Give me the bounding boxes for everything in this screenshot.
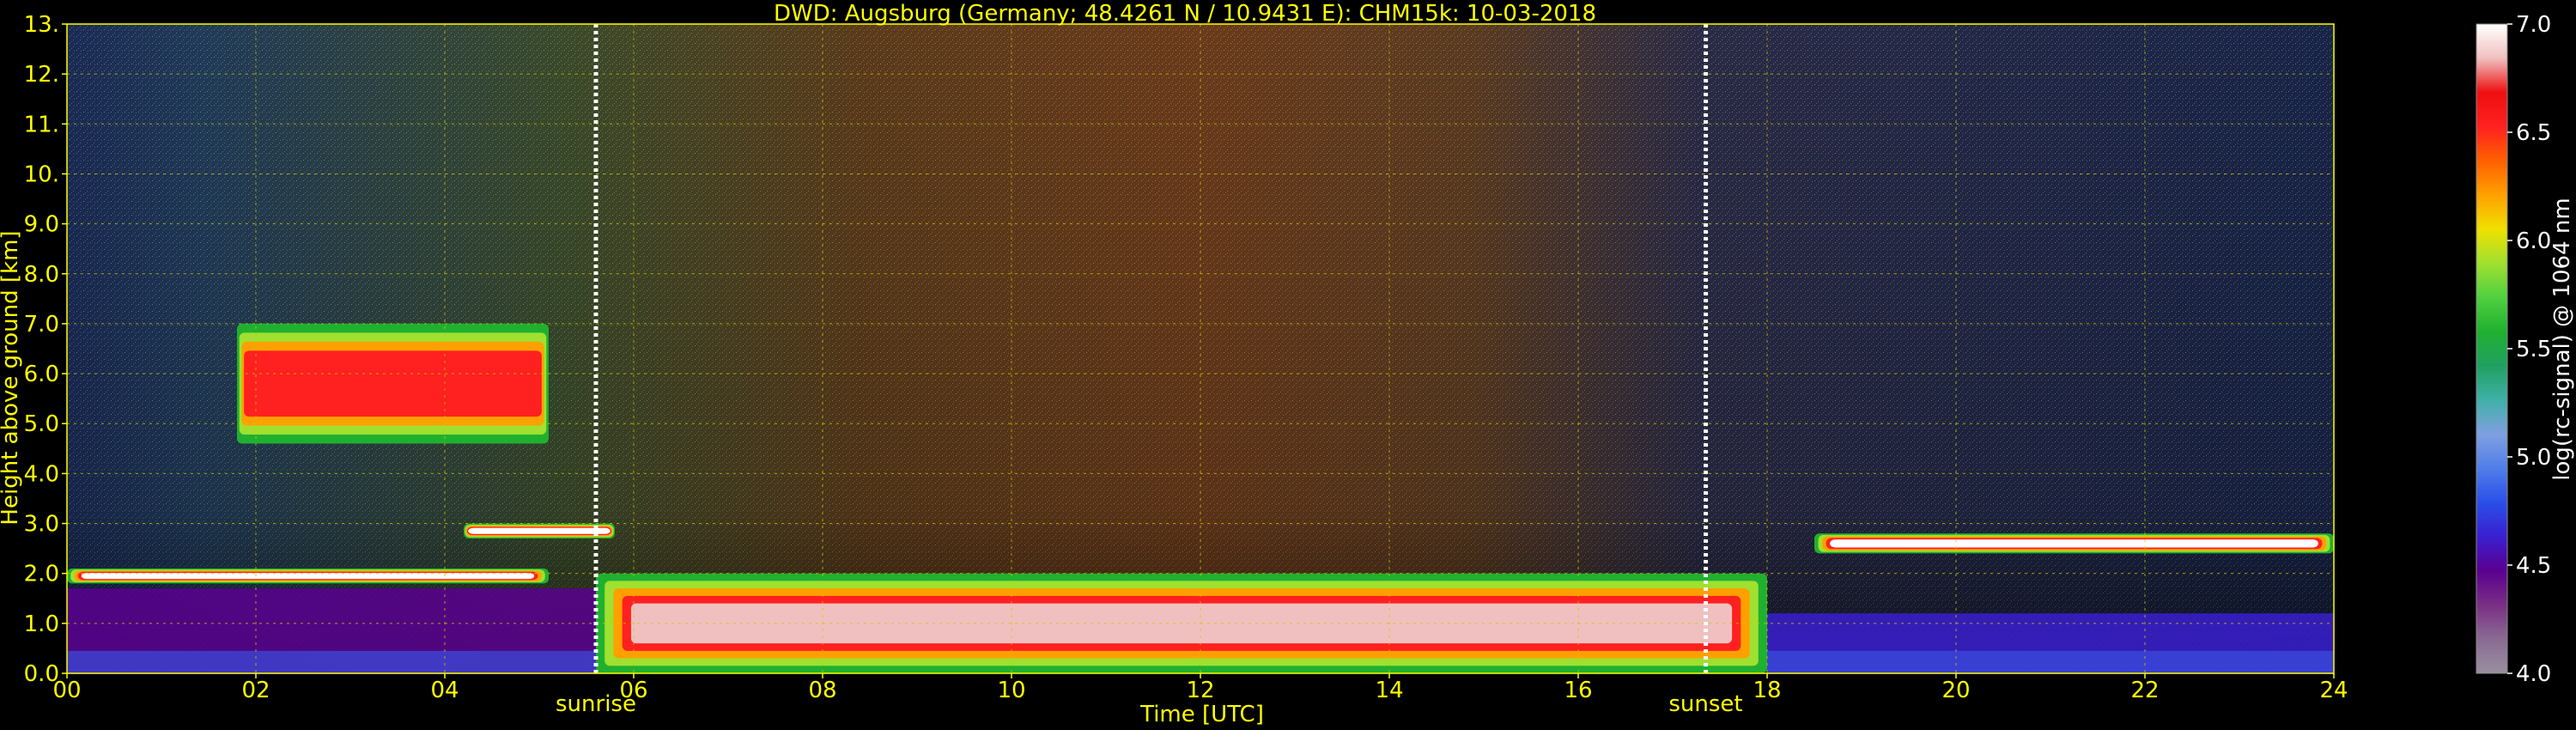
colorbar-tick-label: 6.0 bbox=[2516, 228, 2551, 254]
y-axis-ticks: 0.0 1.0 2.0 3.0 4.0 5.0 6.0 7.0 8.0 9.0 10. 11. 12. 1… bbox=[24, 12, 67, 687]
x-tick-label: 14 bbox=[1375, 678, 1403, 703]
cloud-layer-4 bbox=[1814, 533, 2334, 554]
cloud-layer-2 bbox=[464, 523, 615, 538]
y-tick-label: 5.0 bbox=[24, 411, 59, 437]
x-tick-label: 08 bbox=[808, 678, 836, 703]
y-tick-label: 9.0 bbox=[24, 212, 59, 238]
y-tick-label: 13. bbox=[24, 12, 59, 38]
boundary-layer-base-1 bbox=[1767, 650, 2334, 673]
ceilometer-chart: 00 02 04 06 08 10 12 14 16 18 20 22 24 0.01.02.03.04… bbox=[0, 1, 2575, 727]
y-tick-label: 0.0 bbox=[24, 661, 59, 687]
y-tick-label: 6.0 bbox=[24, 362, 59, 387]
y-tick-label: 10. bbox=[24, 161, 59, 187]
colorbar-ticks: 4.0 4.5 5.0 5.5 6.0 6.5 7.0 bbox=[2507, 12, 2551, 687]
x-tick-label: 16 bbox=[1564, 678, 1592, 703]
cloud-layer-1-band-4 bbox=[246, 359, 540, 408]
cloud-layer-0 bbox=[67, 568, 549, 584]
boundary-layer-base-0 bbox=[67, 650, 596, 673]
cloud-layer-1 bbox=[237, 323, 549, 444]
colorbar-label: log(rc-signal) @ 1064 nm bbox=[2549, 198, 2575, 480]
x-tick-label: 02 bbox=[241, 678, 270, 703]
x-tick-label: 04 bbox=[430, 678, 459, 703]
colorbar-tick-label: 7.0 bbox=[2516, 12, 2551, 38]
x-tick-label: 12 bbox=[1186, 678, 1214, 703]
x-axis-ticks: 00 02 04 06 08 10 12 14 16 18 20 22 24 bbox=[52, 673, 2348, 703]
cloud-layer-2-band-4 bbox=[468, 527, 611, 534]
cloud-layer-4-band-4 bbox=[1830, 539, 2318, 548]
y-tick-label: 11. bbox=[24, 112, 59, 137]
x-tick-label: 22 bbox=[2130, 678, 2159, 703]
chart-title: DWD: Augsburg (Germany; 48.4261 N / 10.9… bbox=[774, 1, 1596, 27]
x-tick-label: 18 bbox=[1753, 678, 1781, 703]
colorbar-tick-label: 5.0 bbox=[2516, 445, 2551, 471]
y-tick-label: 4.0 bbox=[24, 461, 59, 487]
x-tick-label: 24 bbox=[2319, 678, 2348, 703]
x-axis-label: Time [UTC] bbox=[1139, 702, 1264, 727]
y-tick-label: 12. bbox=[24, 62, 59, 88]
x-tick-label: 20 bbox=[1941, 678, 1970, 703]
x-tick-label: 10 bbox=[997, 678, 1025, 703]
y-tick-label: 3.0 bbox=[24, 512, 59, 538]
y-tick-label: 1.0 bbox=[24, 611, 59, 637]
colorbar-tick-label: 4.0 bbox=[2516, 661, 2551, 687]
sunset-label: sunset bbox=[1668, 691, 1742, 717]
colorbar-scale bbox=[2476, 23, 2508, 674]
y-tick-label: 2.0 bbox=[24, 562, 59, 587]
y-tick-label: 8.0 bbox=[24, 262, 59, 288]
y-tick-label: 7.0 bbox=[24, 312, 59, 338]
colorbar-tick-label: 6.5 bbox=[2516, 120, 2551, 146]
colorbar-tick-label: 5.5 bbox=[2516, 337, 2551, 362]
colorbar: 4.0 4.5 5.0 5.5 6.0 6.5 7.0 log(rc-signal) @ 1… bbox=[2476, 12, 2575, 687]
colorbar-tick-label: 4.5 bbox=[2516, 553, 2551, 579]
y-axis-label: Height above ground [km] bbox=[0, 230, 23, 525]
sunrise-label: sunrise bbox=[556, 691, 636, 717]
